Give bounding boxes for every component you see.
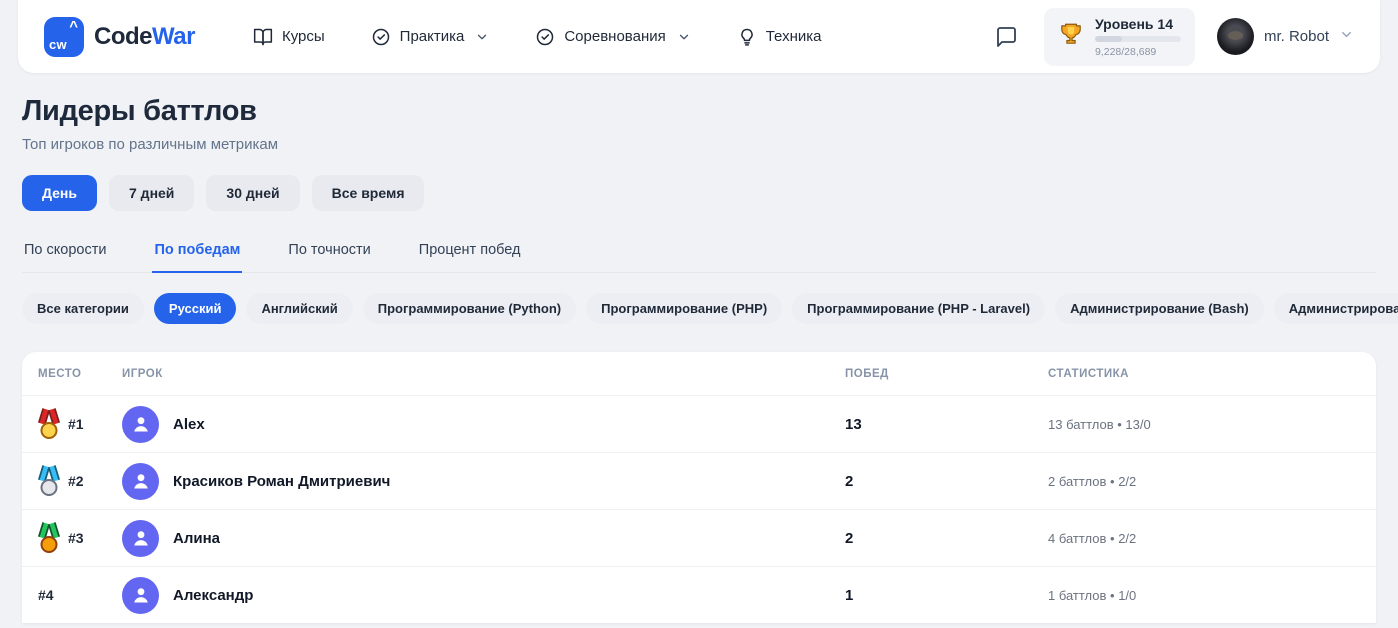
- player-cell: Алина: [122, 520, 845, 557]
- logo-caret: ^: [69, 18, 78, 35]
- level-widget[interactable]: Уровень 14 9,228/28,689: [1044, 8, 1195, 66]
- nav-item-label: Техника: [766, 28, 822, 45]
- rank-label: #4: [38, 587, 54, 603]
- metric-tabs: По скорости По победам По точности Проце…: [22, 231, 1376, 273]
- tab-by-wins[interactable]: По победам: [152, 231, 242, 273]
- gold-medal-icon: [38, 409, 60, 439]
- player-cell: Красиков Роман Дмитриевич: [122, 463, 845, 500]
- user-name: mr. Robot: [1264, 28, 1329, 45]
- time-filter-7days[interactable]: 7 дней: [109, 175, 194, 211]
- page-subtitle: Топ игроков по различным метрикам: [22, 136, 1376, 153]
- chevron-down-icon: [1339, 27, 1354, 47]
- player-cell: Александр: [122, 577, 845, 614]
- header-wins: ПОБЕД: [845, 368, 1048, 380]
- category-python[interactable]: Программирование (Python): [363, 293, 576, 324]
- trophy-icon: [1058, 21, 1084, 52]
- stats-value: 4 баттлов • 2/2: [1048, 531, 1376, 546]
- player-cell: Alex: [122, 406, 845, 443]
- check-circle-icon: [535, 27, 555, 47]
- rank-cell: #3: [38, 523, 122, 553]
- player-name: Алина: [173, 530, 220, 547]
- navbar-right: Уровень 14 9,228/28,689 mr. Robot: [990, 8, 1354, 66]
- time-filter-alltime[interactable]: Все время: [312, 175, 425, 211]
- player-name: Красиков Роман Дмитриевич: [173, 473, 390, 490]
- lightbulb-icon: [737, 27, 757, 47]
- table-row[interactable]: #1 Alex 13 13 баттлов • 13/0: [22, 395, 1376, 452]
- player-avatar: [122, 406, 159, 443]
- category-filter-group: Все категории Русский Английский Програм…: [22, 293, 1376, 324]
- table-row[interactable]: #3 Алина 2 4 баттлов • 2/2: [22, 509, 1376, 566]
- logo-title: CodeWar: [94, 23, 195, 51]
- wins-value: 13: [845, 416, 1048, 433]
- user-menu[interactable]: mr. Robot: [1217, 18, 1354, 55]
- player-name: Alex: [173, 416, 205, 433]
- header-player: ИГРОК: [122, 368, 845, 380]
- level-progress-text: 9,228/28,689: [1095, 46, 1181, 58]
- level-progress-fill: [1095, 36, 1123, 42]
- level-info: Уровень 14 9,228/28,689: [1095, 16, 1181, 58]
- tab-win-percent[interactable]: Процент побед: [417, 231, 523, 273]
- table-header-row: МЕСТО ИГРОК ПОБЕД СТАТИСТИКА: [22, 352, 1376, 395]
- time-filter-group: День 7 дней 30 дней Все время: [22, 175, 1376, 211]
- rank-label: #1: [68, 416, 84, 432]
- nav-item-courses[interactable]: Курсы: [253, 27, 325, 47]
- player-avatar: [122, 463, 159, 500]
- logo[interactable]: ^ cw CodeWar: [44, 17, 195, 57]
- logo-badge-text: cw: [49, 37, 67, 52]
- category-bash[interactable]: Администрирование (Bash): [1055, 293, 1264, 324]
- player-avatar: [122, 577, 159, 614]
- logo-title-primary: Code: [94, 23, 152, 50]
- leaderboard-table: МЕСТО ИГРОК ПОБЕД СТАТИСТИКА #1 Alex 13 …: [22, 352, 1376, 623]
- player-avatar: [122, 520, 159, 557]
- top-navbar: ^ cw CodeWar Курсы Практика Соревнования: [18, 0, 1380, 73]
- chevron-down-icon: [475, 30, 489, 44]
- header-place: МЕСТО: [38, 368, 122, 380]
- nav-item-label: Практика: [400, 28, 465, 45]
- level-progress-bar: [1095, 36, 1181, 42]
- logo-icon: ^ cw: [44, 17, 84, 57]
- nav-item-label: Соревнования: [564, 28, 665, 45]
- header-stats: СТАТИСТИКА: [1048, 368, 1376, 380]
- stats-value: 1 баттлов • 1/0: [1048, 588, 1376, 603]
- category-english[interactable]: Английский: [246, 293, 352, 324]
- nav-item-label: Курсы: [282, 28, 325, 45]
- wins-value: 2: [845, 530, 1048, 547]
- level-label: Уровень 14: [1095, 16, 1181, 32]
- stats-value: 2 баттлов • 2/2: [1048, 474, 1376, 489]
- tab-by-accuracy[interactable]: По точности: [286, 231, 372, 273]
- wins-value: 2: [845, 473, 1048, 490]
- bronze-medal-icon: [38, 523, 60, 553]
- time-filter-day[interactable]: День: [22, 175, 97, 211]
- rank-label: #3: [68, 530, 84, 546]
- table-row[interactable]: #4 Александр 1 1 баттлов • 1/0: [22, 566, 1376, 623]
- page-title: Лидеры баттлов: [22, 95, 1376, 128]
- category-php[interactable]: Программирование (PHP): [586, 293, 782, 324]
- check-circle-icon: [371, 27, 391, 47]
- table-row[interactable]: #2 Красиков Роман Дмитриевич 2 2 баттлов…: [22, 452, 1376, 509]
- logo-title-accent: War: [152, 23, 195, 50]
- player-name: Александр: [173, 587, 253, 604]
- stats-value: 13 баттлов • 13/0: [1048, 417, 1376, 432]
- main-content: Лидеры баттлов Топ игроков по различным …: [22, 95, 1376, 623]
- nav-item-practice[interactable]: Практика: [371, 27, 490, 47]
- rank-cell: #1: [38, 409, 122, 439]
- silver-medal-icon: [38, 466, 60, 496]
- main-nav: Курсы Практика Соревнования Техника: [253, 27, 822, 47]
- nav-item-competitions[interactable]: Соревнования: [535, 27, 690, 47]
- category-all[interactable]: Все категории: [22, 293, 144, 324]
- time-filter-30days[interactable]: 30 дней: [206, 175, 299, 211]
- wins-value: 1: [845, 587, 1048, 604]
- rank-label: #2: [68, 473, 84, 489]
- book-icon: [253, 27, 273, 47]
- rank-cell: #2: [38, 466, 122, 496]
- category-php-laravel[interactable]: Программирование (PHP - Laravel): [792, 293, 1045, 324]
- nav-item-technique[interactable]: Техника: [737, 27, 822, 47]
- category-russian[interactable]: Русский: [154, 293, 237, 324]
- rank-cell: #4: [38, 587, 122, 603]
- category-powershell[interactable]: Администрирование (PowerShell): [1274, 293, 1398, 324]
- user-avatar: [1217, 18, 1254, 55]
- tab-by-speed[interactable]: По скорости: [22, 231, 108, 273]
- chat-bubble-icon[interactable]: [990, 21, 1022, 53]
- chevron-down-icon: [677, 30, 691, 44]
